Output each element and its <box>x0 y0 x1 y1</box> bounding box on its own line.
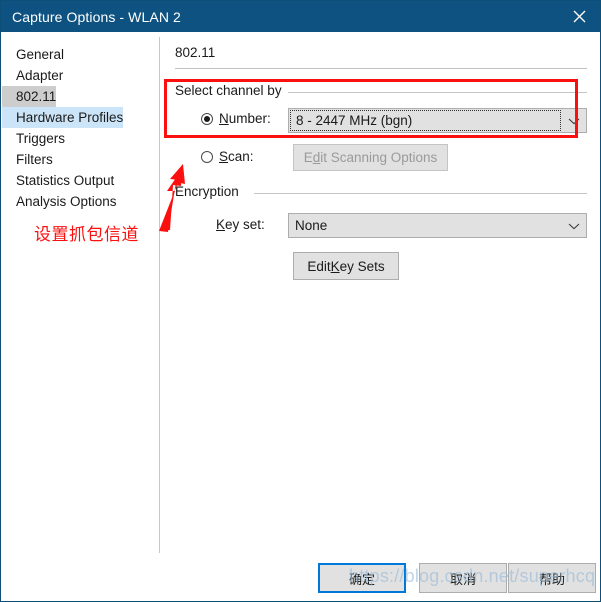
sidebar-item-filters[interactable]: Filters <box>2 149 53 170</box>
sidebar-item-hardware-profiles[interactable]: Hardware Profiles <box>2 107 124 128</box>
scan-radio-mnemonic: S <box>219 149 229 164</box>
edit-scanning-options-button[interactable]: Ed it Scanning Options <box>293 144 448 171</box>
dialog-footer: 确定 取消 帮助 <box>2 553 600 601</box>
key-set-label: Key set: <box>216 217 265 232</box>
channel-select[interactable]: 8 - 2447 MHz (bgn) <box>288 108 587 133</box>
title-bar: Capture Options - WLAN 2 <box>1 1 600 32</box>
select-channel-group-label: Select channel by <box>175 83 289 98</box>
annotation-note: 设置抓包信道 <box>34 225 139 245</box>
encryption-group-label: Encryption <box>175 184 246 199</box>
number-radio-label-suffix: umber: <box>228 111 271 126</box>
encryption-group-rule <box>254 193 587 194</box>
key-set-select-value-area[interactable]: None <box>290 215 561 236</box>
edit-key-sets-button[interactable]: Edit Key Sets <box>293 252 399 280</box>
ok-button[interactable]: 确定 <box>318 563 406 593</box>
content-panel: 802.11 Select channel by Number: 8 - 244… <box>160 32 600 553</box>
encryption-group: Encryption Key set: None Edit Key Sets <box>175 184 587 294</box>
sidebar-nav-list: General Adapter 802.11 Hardware Profiles… <box>2 44 159 212</box>
scan-radio-row[interactable]: Scan: <box>201 149 254 164</box>
close-icon[interactable] <box>556 1 600 32</box>
window-title: Capture Options - WLAN 2 <box>12 8 181 25</box>
sidebar-item-80211[interactable]: 802.11 <box>2 86 57 107</box>
key-set-mnemonic: K <box>216 217 226 232</box>
channel-select-value-area[interactable]: 8 - 2447 MHz (bgn) <box>290 110 561 131</box>
number-radio-button[interactable] <box>201 112 213 125</box>
edit-key-sets-text-after: ey Sets <box>339 258 385 274</box>
scan-radio-label-suffix: can: <box>228 149 254 164</box>
key-set-label-suffix: ey set: <box>225 217 265 232</box>
sidebar-item-adapter[interactable]: Adapter <box>2 65 63 86</box>
help-button[interactable]: 帮助 <box>508 563 596 593</box>
sidebar-item-general[interactable]: General <box>2 44 64 65</box>
edit-scanning-options-text-before: E <box>303 150 313 165</box>
select-channel-group-rule <box>288 92 587 93</box>
sidebar-item-statistics-output[interactable]: Statistics Output <box>2 170 114 191</box>
chevron-down-icon[interactable] <box>562 222 586 230</box>
edit-key-sets-text-before: Edit <box>307 258 331 274</box>
scan-radio-label[interactable]: Scan: <box>219 149 254 164</box>
edit-key-sets-mnemonic: K <box>330 258 340 274</box>
sidebar-item-analysis-options[interactable]: Analysis Options <box>2 191 117 212</box>
number-radio-mnemonic: N <box>219 111 229 126</box>
cancel-button[interactable]: 取消 <box>419 563 507 593</box>
sidebar-item-triggers[interactable]: Triggers <box>2 128 65 149</box>
edit-scanning-options-text-after: it Scanning Options <box>320 150 438 165</box>
page-title: 802.11 <box>175 45 216 60</box>
edit-scanning-options-mnemonic: d <box>312 150 321 165</box>
chevron-down-icon[interactable] <box>562 117 586 125</box>
select-channel-group: Select channel by Number: 8 - 2447 MHz (… <box>175 83 587 171</box>
number-radio-label[interactable]: Number: <box>219 111 271 126</box>
scan-radio-button[interactable] <box>201 150 213 163</box>
capture-options-dialog: Capture Options - WLAN 2 General Adapter… <box>0 0 601 602</box>
key-set-select[interactable]: None <box>288 213 587 238</box>
number-radio-row[interactable]: Number: <box>201 111 271 126</box>
channel-select-value: 8 - 2447 MHz (bgn) <box>296 113 413 128</box>
sidebar: General Adapter 802.11 Hardware Profiles… <box>2 32 159 553</box>
key-set-select-value: None <box>295 218 328 233</box>
page-title-rule <box>175 68 587 69</box>
